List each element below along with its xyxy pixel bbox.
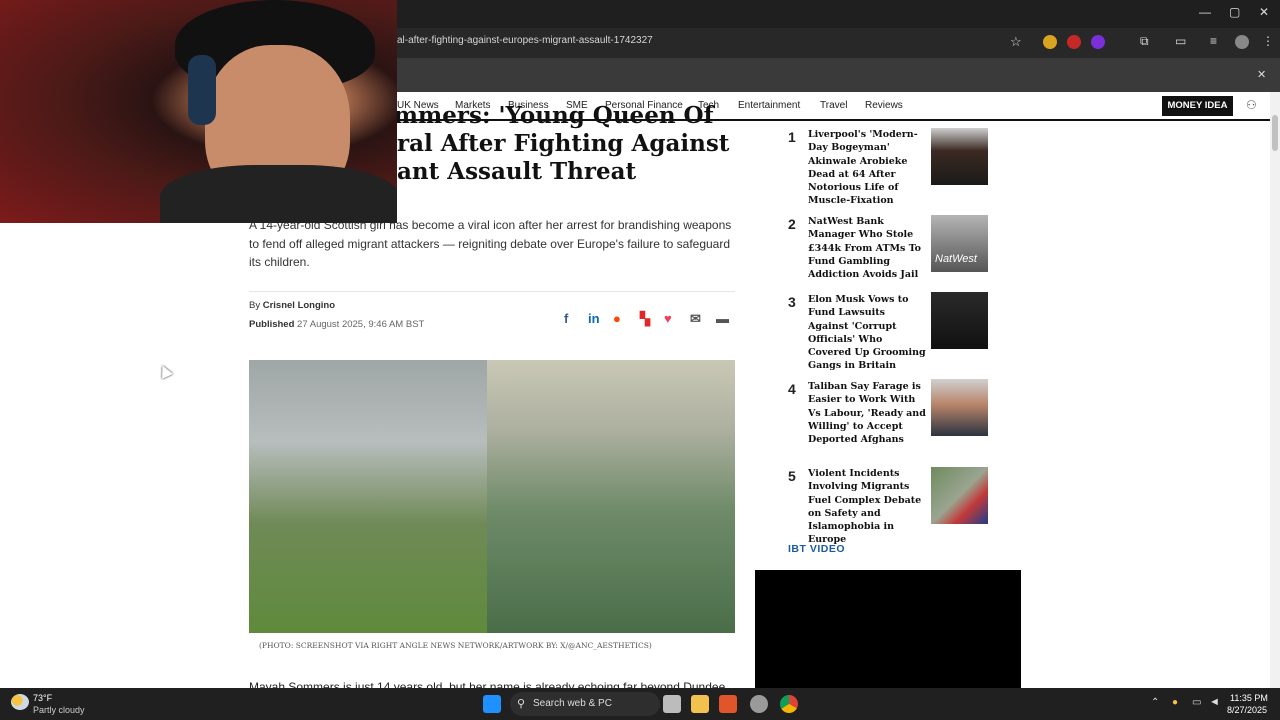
more-menu-icon[interactable]: ⋮ xyxy=(1262,34,1274,48)
microphone-icon[interactable]: ● xyxy=(1172,697,1178,708)
weather-icon[interactable] xyxy=(11,694,29,710)
photo-caption: (PHOTO: SCREENSHOT VIA RIGHT ANGLE NEWS … xyxy=(259,641,652,650)
headline-line-2: ral After Fighting Against xyxy=(397,130,730,157)
facebook-icon[interactable]: f xyxy=(564,311,568,326)
hero-artwork-right xyxy=(487,360,735,633)
volume-icon[interactable]: ◄ xyxy=(1209,696,1220,708)
chevron-up-icon[interactable]: ⌃ xyxy=(1151,697,1159,708)
author-link[interactable]: Crisnel Longino xyxy=(263,300,335,311)
trending-title[interactable]: NatWest Bank Manager Who Stole £344k Fro… xyxy=(808,215,928,281)
money-idea-button[interactable]: MONEY IDEA xyxy=(1162,96,1233,116)
article-dek: A 14-year-old Scottish girl has become a… xyxy=(249,218,732,269)
clock-date[interactable]: 8/27/2025 xyxy=(1227,705,1267,715)
maximize-button[interactable]: ▢ xyxy=(1229,5,1240,19)
weather-temperature[interactable]: 73°F xyxy=(33,693,52,703)
comment-icon[interactable]: ▬ xyxy=(716,311,729,326)
scrollbar[interactable] xyxy=(1270,92,1280,688)
trending-thumbnail[interactable] xyxy=(931,379,988,436)
trending-thumbnail[interactable] xyxy=(931,128,988,185)
reddit-icon[interactable]: ● xyxy=(613,311,621,326)
weather-description[interactable]: Partly cloudy xyxy=(33,705,85,715)
trending-thumbnail[interactable]: NatWest xyxy=(931,215,988,272)
trending-title[interactable]: Taliban Say Farage is Easier to Work Wit… xyxy=(808,380,928,446)
close-bar-icon[interactable]: ✕ xyxy=(1257,68,1266,81)
app-icon[interactable] xyxy=(750,695,768,713)
linkedin-icon[interactable]: in xyxy=(588,311,600,326)
trending-title[interactable]: Violent Incidents Involving Migrants Fue… xyxy=(808,467,928,547)
flipboard-icon[interactable]: ▚ xyxy=(640,311,650,327)
published-date: 27 August 2025, 9:46 AM BST xyxy=(297,319,425,330)
brave-browser-icon[interactable] xyxy=(719,695,737,713)
extensions-puzzle-icon[interactable]: ⧉ xyxy=(1140,34,1149,49)
user-account-icon[interactable]: ⚇ xyxy=(1246,98,1257,112)
natwest-logo-text: NatWest xyxy=(935,253,977,265)
trending-rank: 5 xyxy=(788,468,796,484)
nav-entertainment[interactable]: Entertainment xyxy=(738,100,800,111)
ibt-video-heading: IBT VIDEO xyxy=(788,543,846,555)
trending-title[interactable]: Liverpool's 'Modern-Day Bogeyman' Akinwa… xyxy=(808,128,928,208)
profile-avatar[interactable] xyxy=(1235,35,1249,49)
minimize-button[interactable]: — xyxy=(1199,5,1211,19)
hero-photo-left xyxy=(249,360,487,633)
chrome-icon[interactable] xyxy=(780,695,798,713)
headline-line-3: ant Assault Threat xyxy=(397,158,637,185)
trending-title[interactable]: Elon Musk Vows to Fund Lawsuits Against … xyxy=(808,293,928,373)
network-icon[interactable]: ▭ xyxy=(1192,697,1201,708)
webcam-body xyxy=(160,165,397,223)
email-icon[interactable]: ✉ xyxy=(690,311,701,327)
published-line: Published 27 August 2025, 9:46 AM BST xyxy=(249,319,424,330)
task-view-icon[interactable] xyxy=(663,695,681,713)
scrollbar-thumb[interactable] xyxy=(1272,115,1278,151)
divider xyxy=(249,291,735,292)
byline: By Crisnel Longino xyxy=(249,300,335,311)
nav-travel[interactable]: Travel xyxy=(820,100,847,111)
sidebar-icon[interactable]: ▭ xyxy=(1175,34,1186,48)
webcam-overlay xyxy=(0,0,397,223)
published-label: Published xyxy=(249,319,295,330)
extension-icon[interactable] xyxy=(1091,35,1105,49)
trending-rank: 1 xyxy=(788,129,796,145)
trending-rank: 3 xyxy=(788,294,796,310)
extension-icon[interactable] xyxy=(1067,35,1081,49)
address-bar[interactable]: al-after-fighting-against-europes-migran… xyxy=(397,35,653,46)
trending-rank: 4 xyxy=(788,381,796,397)
taskbar-search-label: Search web & PC xyxy=(533,698,612,709)
trending-thumbnail[interactable] xyxy=(931,292,988,349)
pocket-icon[interactable]: ♥ xyxy=(664,311,672,326)
byline-prefix: By xyxy=(249,300,261,311)
close-window-button[interactable]: ✕ xyxy=(1259,5,1269,19)
nav-reviews[interactable]: Reviews xyxy=(865,100,903,111)
video-player[interactable] xyxy=(755,570,1021,690)
extension-icon[interactable] xyxy=(1043,35,1057,49)
media-icon[interactable]: ≡ xyxy=(1210,34,1217,48)
windows-start-icon[interactable] xyxy=(483,695,501,713)
headset-icon xyxy=(188,55,216,125)
clock-time[interactable]: 11:35 PM xyxy=(1230,693,1268,703)
trending-thumbnail[interactable] xyxy=(931,467,988,524)
search-icon: ⚲ xyxy=(517,698,526,710)
trending-rank: 2 xyxy=(788,216,796,232)
bookmark-star-icon[interactable]: ☆ xyxy=(1010,34,1022,50)
mouse-cursor xyxy=(157,363,173,379)
file-explorer-icon[interactable] xyxy=(691,695,709,713)
